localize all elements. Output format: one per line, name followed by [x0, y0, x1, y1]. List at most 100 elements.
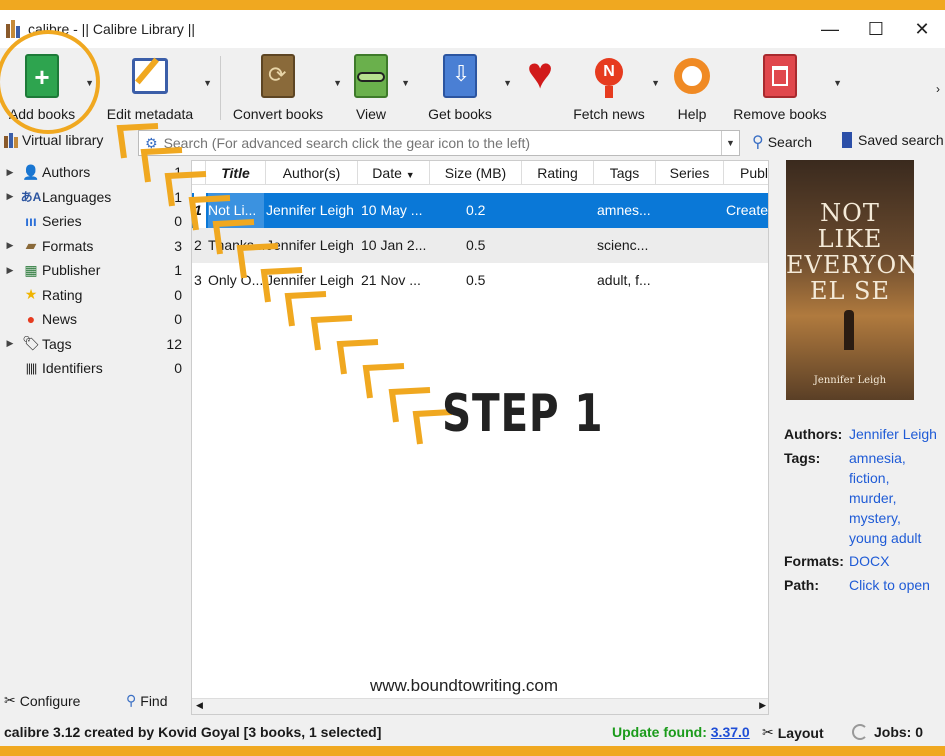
path-link[interactable]: Click to open	[849, 575, 930, 595]
search-button[interactable]: ⚲ Search	[752, 132, 812, 152]
book-date-cell[interactable]: 10 Jan 2...	[361, 228, 429, 263]
column-header-series[interactable]: Series	[656, 161, 724, 185]
authors-link[interactable]: Jennifer Leigh	[849, 424, 937, 444]
edit-metadata-button[interactable]: Edit metadata ▼	[102, 48, 212, 128]
expand-triangle-icon[interactable]: ▶	[0, 240, 20, 251]
jobs-indicator[interactable]: Jobs: 0	[852, 724, 923, 740]
search-history-dropdown-icon[interactable]: ▼	[721, 131, 739, 155]
book-rating-cell[interactable]	[522, 228, 594, 263]
book-tags-cell[interactable]: amnes...	[597, 193, 655, 228]
update-version-link[interactable]: 3.37.0	[711, 724, 750, 740]
donate-heart-button[interactable]: ♥	[516, 48, 564, 128]
layout-button[interactable]: ✂ Layout	[762, 724, 824, 741]
path-label: Path:	[784, 577, 819, 593]
minimize-button[interactable]: —	[807, 10, 853, 48]
expand-triangle-icon[interactable]: ▶	[0, 191, 20, 202]
scroll-left-icon[interactable]: ◀	[196, 700, 203, 711]
book-size-cell[interactable]: 0.5	[466, 228, 506, 263]
gear-icon[interactable]: ⚙	[145, 135, 158, 152]
table-row[interactable]: 1 Not Li... Jennifer Leigh 10 May ... 0.…	[192, 193, 768, 228]
help-button[interactable]: Help	[670, 48, 714, 128]
tag-category-formats[interactable]: ▶ ▰ Formats 3	[0, 234, 188, 258]
book-author-cell[interactable]: Jennifer Leigh	[266, 193, 358, 228]
column-header-size[interactable]: Size (MB)	[430, 161, 522, 185]
convert-books-dropdown-icon[interactable]: ▼	[333, 78, 342, 88]
fetch-news-dropdown-icon[interactable]: ▼	[651, 78, 660, 88]
view-icon	[351, 54, 391, 100]
book-series-cell[interactable]	[656, 228, 724, 263]
book-cover-image[interactable]: NOT LIKE EVERYONE EL SE Jennifer Leigh	[786, 160, 914, 400]
add-books-dropdown-icon[interactable]: ▼	[85, 78, 94, 88]
tag-category-tags[interactable]: ▶ 🏷 Tags 12	[0, 332, 188, 356]
tag-category-languages[interactable]: ▶ あA Languages 1	[0, 185, 188, 209]
tag-icon: 🏷	[22, 335, 40, 351]
tag-category-publisher[interactable]: ▶ ▦ Publisher 1	[0, 258, 188, 282]
edit-metadata-dropdown-icon[interactable]: ▼	[203, 78, 212, 88]
book-author-cell[interactable]: Jennifer Leigh	[266, 263, 358, 298]
convert-books-button[interactable]: ⟳ Convert books ▼	[228, 48, 342, 128]
book-series-cell[interactable]	[656, 263, 724, 298]
scroll-right-icon[interactable]: ▶	[759, 700, 766, 711]
book-author-cell[interactable]: Jennifer Leigh	[266, 228, 358, 263]
formats-link[interactable]: DOCX	[849, 551, 889, 571]
search-bar: Virtual library ⚙ ▼ ⚲ Search Saved searc…	[0, 128, 945, 158]
book-publisher-cell[interactable]: Create	[726, 193, 768, 228]
tag-category-series[interactable]: ııı Series 0	[0, 209, 188, 233]
book-date-cell[interactable]: 10 May ...	[361, 193, 429, 228]
tag-link[interactable]: murder,	[849, 488, 896, 508]
expand-triangle-icon[interactable]: ▶	[0, 265, 20, 276]
convert-books-icon: ⟳	[258, 54, 298, 100]
table-row[interactable]: 3 Only O... Jennifer Leigh 21 Nov ... 0.…	[192, 263, 768, 298]
tools-icon: ✂	[762, 724, 774, 740]
view-button[interactable]: View ▼	[346, 48, 410, 128]
remove-books-button[interactable]: Remove books ▼	[732, 48, 842, 128]
tag-category-news[interactable]: ● News 0	[0, 307, 188, 331]
column-header-date[interactable]: Date ▼	[358, 161, 430, 185]
book-rating-cell[interactable]	[522, 193, 594, 228]
tag-link[interactable]: mystery,	[849, 508, 901, 528]
saved-search-button[interactable]: Saved search	[842, 132, 944, 148]
toolbar-overflow-icon[interactable]: ›	[936, 82, 940, 96]
maximize-button[interactable]: ☐	[853, 10, 899, 48]
book-title-cell[interactable]: Only O...	[208, 263, 264, 298]
view-dropdown-icon[interactable]: ▼	[401, 78, 410, 88]
tag-category-label: News	[42, 311, 78, 327]
column-header-tags[interactable]: Tags	[594, 161, 656, 185]
book-publisher-cell[interactable]	[726, 228, 768, 263]
column-header-rating[interactable]: Rating	[522, 161, 594, 185]
book-series-cell[interactable]	[656, 193, 724, 228]
column-header-authors[interactable]: Author(s)	[266, 161, 358, 185]
get-books-dropdown-icon[interactable]: ▼	[503, 78, 512, 88]
tag-category-rating[interactable]: ★ Rating 0	[0, 283, 188, 307]
find-button[interactable]: ⚲ Find	[126, 692, 168, 709]
book-date-cell[interactable]: 21 Nov ...	[361, 263, 429, 298]
expand-triangle-icon[interactable]: ▶	[0, 167, 20, 178]
table-row[interactable]: 2 Thanks... Jennifer Leigh 10 Jan 2... 0…	[192, 228, 768, 263]
configure-button[interactable]: ✂ Configure	[4, 692, 80, 709]
tag-category-authors[interactable]: ▶ 👤 Authors 1	[0, 160, 188, 184]
add-books-button[interactable]: + Add books ▼	[4, 48, 94, 128]
book-publisher-cell[interactable]	[726, 263, 768, 298]
book-tags-cell[interactable]: adult, f...	[597, 263, 655, 298]
book-size-cell[interactable]: 0.5	[466, 263, 506, 298]
book-size-cell[interactable]: 0.2	[466, 193, 506, 228]
column-header-publisher[interactable]: Publi	[724, 161, 768, 185]
book-title-cell[interactable]: Thanks...	[208, 228, 264, 263]
virtual-library-button[interactable]: Virtual library	[4, 132, 103, 148]
close-button[interactable]: ✕	[899, 10, 945, 48]
tag-link[interactable]: fiction,	[849, 468, 889, 488]
tag-category-identifiers[interactable]: ||||| Identifiers 0	[0, 356, 188, 380]
horizontal-scrollbar[interactable]: ◀ ▶	[192, 698, 768, 714]
tag-link[interactable]: young adult	[849, 528, 921, 548]
book-title-cell[interactable]: Not Li...	[208, 193, 264, 228]
get-books-button[interactable]: ⇩ Get books ▼	[422, 48, 512, 128]
status-text: calibre 3.12 created by Kovid Goyal [3 b…	[4, 724, 382, 740]
fetch-news-button[interactable]: N Fetch news ▼	[572, 48, 660, 128]
search-input[interactable]	[157, 135, 721, 151]
remove-books-dropdown-icon[interactable]: ▼	[833, 78, 842, 88]
book-tags-cell[interactable]: scienc...	[597, 228, 655, 263]
book-rating-cell[interactable]	[522, 263, 594, 298]
expand-triangle-icon[interactable]: ▶	[0, 338, 20, 349]
column-header-title[interactable]: Title	[206, 161, 266, 185]
tag-link[interactable]: amnesia,	[849, 448, 906, 468]
